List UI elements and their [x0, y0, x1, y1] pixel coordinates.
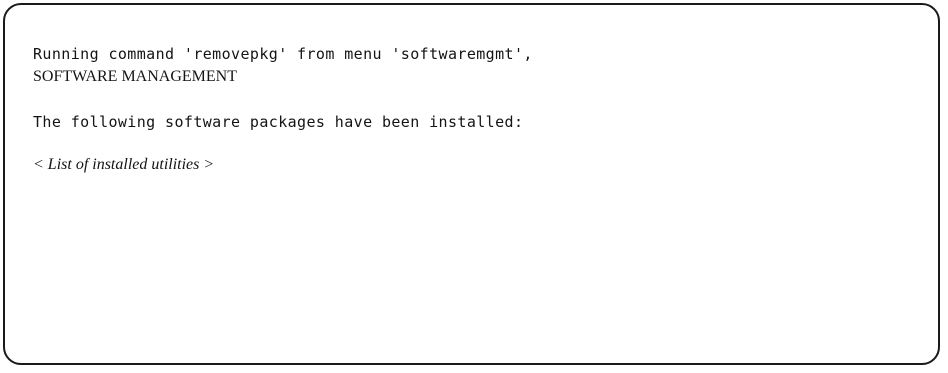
menu-title: SOFTWARE MANAGEMENT	[33, 68, 237, 85]
installed-packages-message: The following software packages have bee…	[33, 113, 524, 131]
terminal-screen: Running command 'removepkg' from menu 's…	[3, 3, 940, 365]
installed-utilities-placeholder: < List of installed utilities >	[33, 156, 215, 173]
command-status-line: Running command 'removepkg' from menu 's…	[33, 45, 533, 63]
